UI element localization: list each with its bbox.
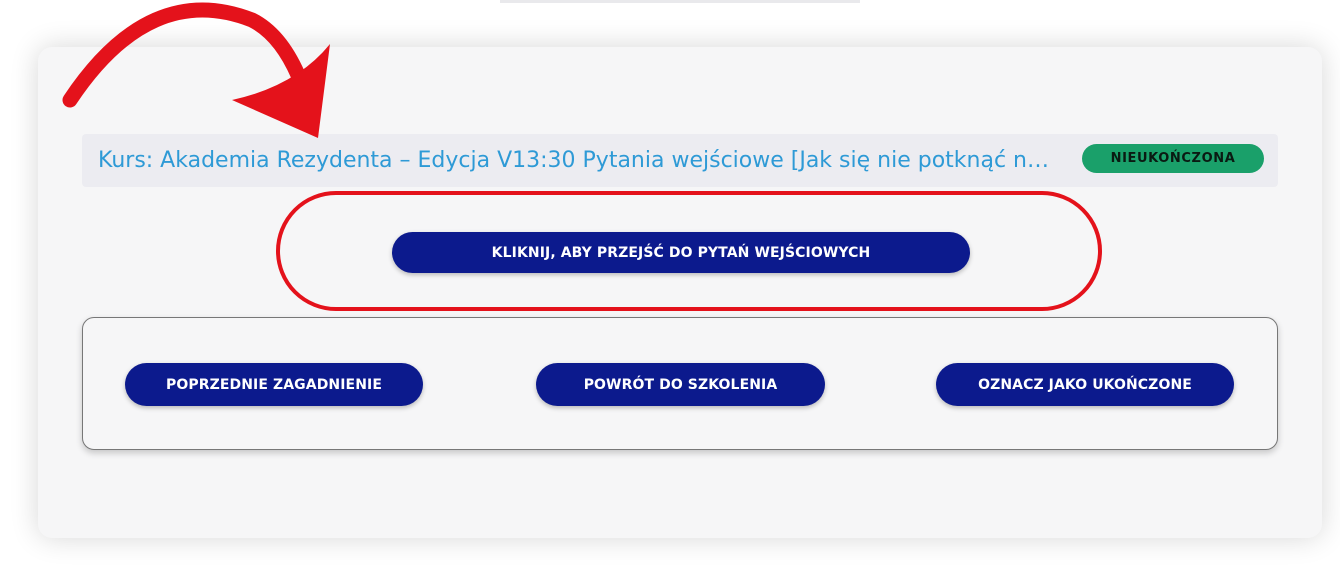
back-to-course-button[interactable]: POWRÓT DO SZKOLENIA (536, 363, 825, 406)
curved-arrow-icon (62, 2, 330, 138)
course-breadcrumb-link[interactable]: Kurs: Akademia Rezydenta – Edycja V13:30… (98, 147, 1060, 175)
status-badge: NIEUKOŃCZONA (1082, 144, 1264, 173)
mark-complete-button[interactable]: OZNACZ JAKO UKOŃCZONE (936, 363, 1234, 406)
previous-topic-button[interactable]: POPRZEDNIE ZAGADNIENIE (125, 363, 423, 406)
go-to-questions-button[interactable]: KLIKNIJ, ABY PRZEJŚĆ DO PYTAŃ WEJŚCIOWYC… (392, 232, 970, 273)
top-divider (500, 0, 860, 3)
lesson-navigation: POPRZEDNIE ZAGADNIENIE POWRÓT DO SZKOLEN… (82, 317, 1278, 450)
